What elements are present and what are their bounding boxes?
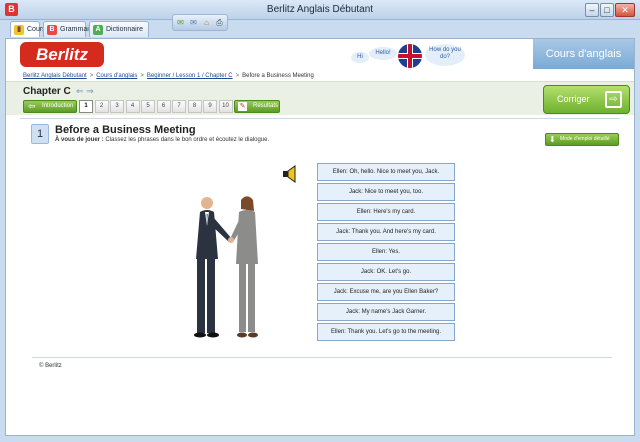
berlitz-logo: Berlitz bbox=[20, 42, 104, 67]
introduction-button[interactable]: ⇦ Introduction bbox=[23, 100, 77, 113]
footer-divider bbox=[32, 357, 612, 358]
breadcrumb-separator: > bbox=[89, 73, 94, 79]
correct-button[interactable]: Corriger ⇨ bbox=[543, 85, 630, 114]
results-button[interactable]: ✎ Résultats bbox=[234, 100, 280, 113]
section-divider bbox=[20, 118, 620, 119]
exercise-tab-1[interactable]: 1 bbox=[79, 100, 93, 113]
business-people-illustration bbox=[194, 196, 258, 338]
window-titlebar: B Berlitz Anglais Débutant – □ ✕ bbox=[0, 0, 640, 20]
chapter-title: Chapter C bbox=[23, 86, 71, 97]
chapter-navigation: Chapter C ⇐ ⇒ ⇦ Introduction 1 2 3 4 5 6… bbox=[6, 81, 538, 115]
exercise-tab-10[interactable]: 10 bbox=[218, 100, 233, 113]
sentence-card-3[interactable]: Ellen: Here's my card. bbox=[317, 203, 455, 221]
breadcrumb-separator: > bbox=[235, 73, 240, 79]
breadcrumb-link-chapter[interactable]: Beginner / Lesson 1 / Chapter C bbox=[147, 73, 233, 79]
correct-area: Corriger ⇨ bbox=[538, 81, 634, 115]
greeting-hi: Hi bbox=[351, 52, 369, 63]
sentence-card-6[interactable]: Jack: OK. Let's go. bbox=[317, 263, 455, 281]
page-header: Berlitz Hi Hello! How do you do? Cours d… bbox=[6, 39, 634, 71]
tab-bar: ▮ Cours B Grammaire A Dictionnaire audio… bbox=[0, 14, 640, 48]
greeting-hello: Hello! bbox=[369, 47, 397, 60]
sentence-card-9[interactable]: Ellen: Thank you. Let's go to the meetin… bbox=[317, 323, 455, 341]
tab-dictionnaire[interactable]: A Dictionnaire audio bbox=[89, 21, 149, 48]
exercise-instruction: À vous de jouer : Classez les phrases da… bbox=[55, 137, 269, 143]
maximize-button[interactable]: □ bbox=[600, 3, 614, 17]
exercise-number: 1 bbox=[31, 124, 49, 144]
mail-icon[interactable]: ✉ bbox=[189, 18, 198, 27]
exercise-tab-8[interactable]: 8 bbox=[187, 100, 202, 113]
breadcrumb-current: Before a Business Meeting bbox=[242, 73, 314, 79]
detailed-help-label: Mode d'emploi détaillé bbox=[560, 136, 610, 142]
speaker-icon[interactable] bbox=[282, 165, 298, 183]
grammar-book-icon: B bbox=[47, 25, 57, 35]
detailed-help-button[interactable]: ⬇ Mode d'emploi détaillé bbox=[545, 133, 619, 146]
download-arrow-icon: ⬇ bbox=[549, 135, 556, 144]
arrow-left-icon: ⇦ bbox=[28, 101, 36, 111]
previous-chapter-icon[interactable]: ⇐ bbox=[76, 86, 84, 96]
exercise-tab-3[interactable]: 3 bbox=[110, 100, 124, 113]
exercise-tab-7[interactable]: 7 bbox=[172, 100, 186, 113]
book-icon: ▮ bbox=[14, 25, 24, 35]
sentence-card-2[interactable]: Jack: Nice to meet you, too. bbox=[317, 183, 455, 201]
exercise-tab-4[interactable]: 4 bbox=[125, 100, 140, 113]
sentence-card-4[interactable]: Jack: Thank you. And here's my card. bbox=[317, 223, 455, 241]
chapter-arrows: ⇐ ⇒ bbox=[76, 86, 94, 97]
window-title: Berlitz Anglais Débutant bbox=[266, 4, 374, 15]
main-content: Berlitz Hi Hello! How do you do? Cours d… bbox=[5, 38, 635, 436]
breadcrumb-separator: > bbox=[140, 73, 144, 79]
exercise-tab-9[interactable]: 9 bbox=[203, 100, 217, 113]
minimize-button[interactable]: – bbox=[585, 3, 599, 17]
breadcrumb-link-course[interactable]: Cours d'anglais bbox=[96, 73, 137, 79]
quick-toolbar: ✉ ✉ ⌂ ⎙ bbox=[172, 14, 228, 31]
breadcrumb: Berlitz Anglais Débutant > Cours d'anglais… bbox=[23, 73, 314, 79]
arrow-right-icon: ⇨ bbox=[605, 91, 622, 108]
exercise-tab-2[interactable]: 2 bbox=[94, 100, 109, 113]
sentence-card-7[interactable]: Jack: Excuse me, are you Ellen Baker? bbox=[317, 283, 455, 301]
greeting-banner: Hi Hello! How do you do? bbox=[351, 42, 481, 69]
dictionary-icon: A bbox=[93, 25, 103, 35]
exercise-title: Before a Business Meeting bbox=[55, 124, 196, 136]
footer-copyright: © Berlitz bbox=[39, 363, 62, 369]
results-label: Résultats bbox=[253, 103, 279, 109]
print-icon[interactable]: ⎙ bbox=[215, 18, 224, 27]
exercise-tab-5[interactable]: 5 bbox=[141, 100, 155, 113]
home-icon[interactable]: ⌂ bbox=[202, 18, 211, 27]
next-chapter-icon[interactable]: ⇒ bbox=[86, 86, 94, 96]
course-title: Cours d'anglais bbox=[533, 39, 634, 69]
results-icon: ✎ bbox=[238, 102, 247, 111]
instruction-text: Classez les phrases dans le bon ordre et… bbox=[105, 137, 270, 143]
greeting-how-do-you-do: How do you do? bbox=[425, 44, 465, 66]
tab-grammaire[interactable]: B Grammaire bbox=[43, 21, 95, 37]
breadcrumb-link-product[interactable]: Berlitz Anglais Débutant bbox=[23, 73, 87, 79]
sentence-card-5[interactable]: Ellen: Yes. bbox=[317, 243, 455, 261]
exercise-tab-6[interactable]: 6 bbox=[156, 100, 171, 113]
instruction-prefix: À vous de jouer : bbox=[55, 137, 104, 143]
uk-flag-icon bbox=[398, 44, 422, 68]
introduction-label: Introduction bbox=[42, 103, 74, 109]
tab-cours[interactable]: ▮ Cours bbox=[10, 21, 46, 37]
close-button[interactable]: ✕ bbox=[615, 3, 635, 17]
sentence-card-1[interactable]: Ellen: Oh, hello. Nice to meet you, Jack… bbox=[317, 163, 455, 181]
sentence-card-8[interactable]: Jack: My name's Jack Garner. bbox=[317, 303, 455, 321]
message-icon[interactable]: ✉ bbox=[176, 18, 185, 27]
correct-label: Corriger bbox=[557, 94, 590, 104]
